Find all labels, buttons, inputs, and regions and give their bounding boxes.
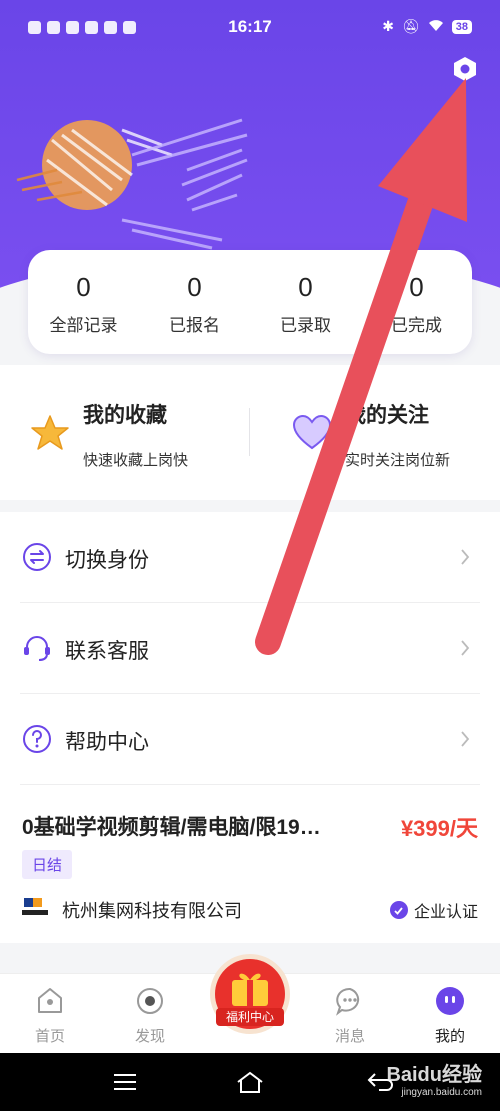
user-avatar[interactable]: [12, 100, 252, 250]
bluetooth-icon: ✱: [382, 18, 394, 34]
divider: [249, 408, 250, 456]
quick-links: 我的收藏 快速收藏上岗快 我的关注 实时关注岗位新: [0, 365, 500, 500]
chevron-right-icon: [461, 640, 470, 656]
menu-label: 切换身份: [65, 549, 149, 572]
my-follows[interactable]: 我的关注 实时关注岗位新: [250, 365, 500, 500]
stat-all-records[interactable]: 0 全部记录: [28, 250, 139, 354]
stat-count: 0: [298, 272, 313, 302]
stat-completed[interactable]: 0 已完成: [361, 250, 472, 354]
verified-badge: 企业认证: [389, 898, 478, 922]
settings-hex-icon: [454, 57, 476, 81]
stat-label: 已录取: [280, 316, 331, 335]
tab-mine[interactable]: 我的: [400, 974, 500, 1054]
switch-icon: [23, 543, 51, 571]
job-price: ¥399/天: [400, 816, 478, 841]
wifi-icon: [428, 19, 444, 35]
star-icon: [31, 415, 69, 450]
stat-count: 0: [187, 272, 202, 302]
tab-discover[interactable]: 发现: [100, 974, 200, 1054]
favorites-title: 我的收藏: [83, 404, 167, 427]
menu-customer-service[interactable]: 联系客服: [20, 603, 480, 694]
job-title: 0基础学视频剪辑/需电脑/限19…: [22, 816, 321, 839]
profile-face-icon: [436, 987, 464, 1015]
tab-label: 我的: [434, 1028, 465, 1045]
menu-help-center[interactable]: 帮助中心: [20, 694, 480, 785]
favorites-subtitle: 快速收藏上岗快: [83, 452, 189, 469]
baidu-watermark: Baidu经验 jingyan.baidu.com: [386, 1058, 482, 1098]
stat-label: 已报名: [169, 316, 220, 335]
heart-icon: [292, 414, 332, 450]
discover-icon: [137, 988, 163, 1014]
watermark-main: Baidu经验: [386, 1064, 482, 1086]
tab-label: 首页: [34, 1028, 65, 1045]
menu-icon[interactable]: [110, 1069, 140, 1095]
stat-applied[interactable]: 0 已报名: [139, 250, 250, 354]
chevron-right-icon: [461, 731, 470, 747]
battery-indicator: 38: [451, 19, 472, 34]
tab-label: 发现: [134, 1028, 165, 1045]
tab-home[interactable]: 首页: [0, 974, 100, 1054]
settings-button[interactable]: [450, 54, 480, 84]
tab-label: 消息: [334, 1028, 365, 1045]
follows-title: 我的关注: [345, 404, 429, 427]
headset-icon: [24, 636, 50, 661]
help-icon: [23, 725, 51, 753]
check-icon: [389, 901, 408, 919]
menu-label: 帮助中心: [65, 731, 149, 754]
stat-count: 0: [409, 272, 424, 302]
home-nav-icon[interactable]: [235, 1069, 265, 1095]
verified-label: 企业认证: [413, 904, 478, 921]
welfare-center-button[interactable]: 福利中心: [204, 950, 296, 1042]
mute-icon: 🔕︎: [401, 18, 420, 34]
chevron-right-icon: [461, 549, 470, 565]
job-tag: 日结: [22, 850, 73, 879]
stats-card: 0 全部记录 0 已报名 0 已录取 0 已完成: [28, 250, 472, 354]
message-icon: [336, 987, 360, 1016]
status-bar: 16:17 ✱ 🔕︎ 38: [0, 0, 500, 56]
menu-switch-identity[interactable]: 切换身份: [20, 512, 480, 603]
home-icon: [38, 988, 62, 1013]
stat-label: 全部记录: [49, 316, 118, 335]
stat-hired[interactable]: 0 已录取: [250, 250, 361, 354]
menu-label: 联系客服: [65, 640, 149, 663]
watermark-sub: jingyan.baidu.com: [401, 1087, 482, 1098]
follows-subtitle: 实时关注岗位新: [345, 452, 451, 469]
settings-menu: 切换身份 联系客服 帮助中心: [0, 512, 500, 785]
welfare-label: 福利中心: [226, 1009, 274, 1024]
job-card[interactable]: 0基础学视频剪辑/需电脑/限19… ¥399/天 日结 杭州集网科技有限公司 企…: [0, 785, 500, 943]
tab-messages[interactable]: 消息: [300, 974, 400, 1054]
company-logo: [22, 898, 48, 915]
my-favorites[interactable]: 我的收藏 快速收藏上岗快: [0, 365, 250, 500]
company-name: 杭州集网科技有限公司: [62, 901, 242, 921]
stat-count: 0: [76, 272, 91, 302]
stat-label: 已完成: [391, 316, 442, 335]
